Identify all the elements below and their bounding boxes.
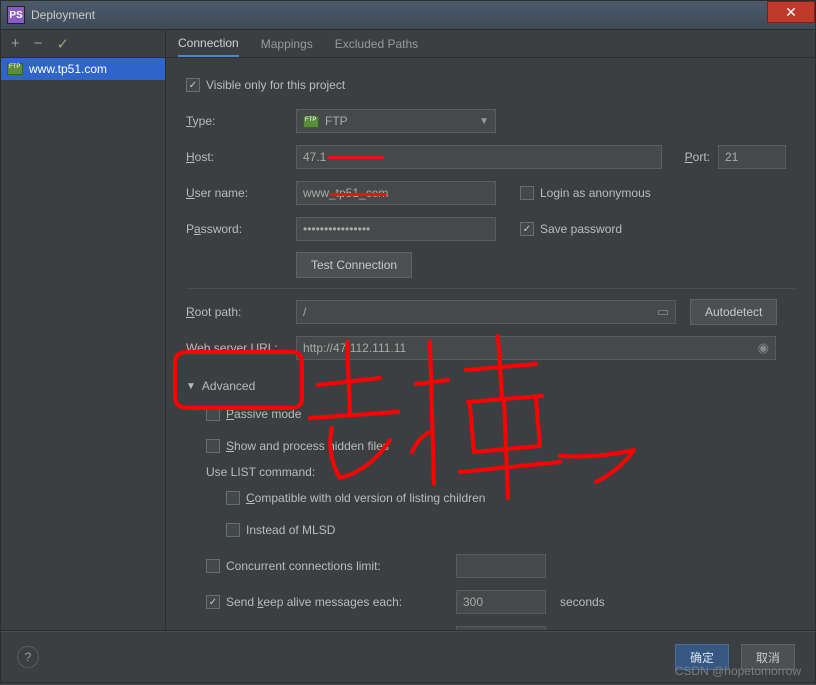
help-button[interactable]: ?: [17, 646, 39, 668]
webserver-label: Web server URL:: [186, 341, 296, 355]
nomlsd-checkbox[interactable]: Instead of MLSD: [226, 523, 335, 537]
ftp-icon: [7, 63, 23, 75]
close-icon: ✕: [785, 4, 797, 21]
remove-icon[interactable]: −: [34, 35, 43, 52]
password-label: Password:: [186, 222, 296, 236]
app-icon: PS: [7, 6, 25, 24]
compat-checkbox[interactable]: Compatible with old version of listing c…: [226, 491, 485, 505]
advanced-section-toggle[interactable]: ▼ Advanced: [186, 379, 795, 393]
globe-icon[interactable]: ◉: [758, 340, 769, 356]
autodetect-button[interactable]: Autodetect: [690, 299, 777, 325]
rootpath-label: Root path:: [186, 305, 296, 319]
use-list-label: Use LIST command:: [206, 465, 795, 479]
rootpath-input[interactable]: / ▭: [296, 300, 676, 324]
keepalive-checkbox[interactable]: ✓Send keep alive messages each:: [206, 595, 456, 609]
visible-project-checkbox[interactable]: ✓ Visible only for this project: [186, 78, 345, 92]
tabs: Connection Mappings Excluded Paths: [166, 30, 815, 58]
check-icon[interactable]: ✓: [57, 35, 70, 53]
host-label: Host:: [186, 150, 296, 164]
dialog-footer: ? 确定 取消 CSDN @hopetomorrow: [0, 631, 816, 683]
save-password-checkbox[interactable]: ✓Save password: [520, 222, 622, 236]
type-select[interactable]: FTP ▼: [296, 109, 496, 133]
port-input[interactable]: 21: [718, 145, 786, 169]
concurrent-input[interactable]: [456, 554, 546, 578]
username-input[interactable]: www_tp51_com: [296, 181, 496, 205]
tab-mappings[interactable]: Mappings: [261, 30, 313, 57]
concurrent-checkbox[interactable]: Concurrent connections limit:: [206, 559, 456, 573]
sidebar-server-label: www.tp51.com: [29, 62, 107, 76]
sidebar-server-item[interactable]: www.tp51.com: [1, 58, 165, 80]
password-input[interactable]: ••••••••••••••••: [296, 217, 496, 241]
username-label: User name:: [186, 186, 296, 200]
tab-connection[interactable]: Connection: [178, 30, 239, 57]
passive-mode-checkbox[interactable]: Passive mode: [206, 407, 301, 421]
login-anonymous-checkbox[interactable]: Login as anonymous: [520, 186, 651, 200]
folder-icon[interactable]: ▭: [657, 304, 669, 320]
chevron-down-icon: ▼: [479, 116, 489, 127]
port-label: Port:: [670, 150, 710, 164]
tab-excluded[interactable]: Excluded Paths: [335, 30, 418, 57]
host-input[interactable]: 47.1: [296, 145, 662, 169]
type-label: Type:: [186, 114, 296, 128]
keepalive-input[interactable]: 300: [456, 590, 546, 614]
window-title: Deployment: [31, 8, 95, 22]
window-titlebar: PS Deployment ✕: [0, 0, 816, 30]
keepalive-cmd-select[interactable]: NOOP▼: [456, 626, 546, 630]
sidebar-toolbar: + − ✓: [1, 30, 165, 58]
add-icon[interactable]: +: [11, 35, 20, 52]
watermark: CSDN @hopetomorrow: [675, 664, 801, 678]
close-button[interactable]: ✕: [767, 1, 815, 23]
webserver-input[interactable]: http://47.112.111.11 ◉: [296, 336, 776, 360]
test-connection-button[interactable]: Test Connection: [296, 252, 412, 278]
chevron-down-icon: ▼: [186, 381, 196, 392]
sidebar: + − ✓ www.tp51.com: [1, 30, 166, 630]
seconds-label: seconds: [560, 595, 605, 609]
hidden-files-checkbox[interactable]: Show and process hidden files: [206, 439, 389, 453]
